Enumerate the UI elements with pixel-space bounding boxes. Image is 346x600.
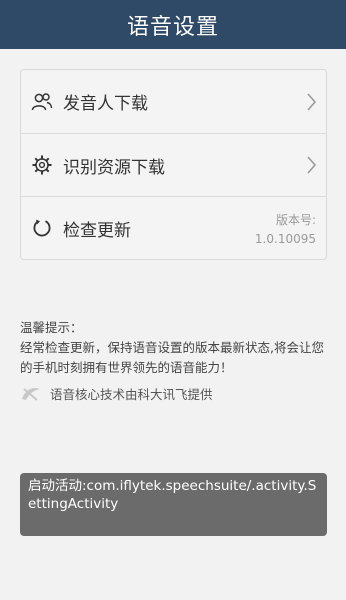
tips-heading: 温馨提示： (20, 320, 83, 335)
toast-text: 启动活动:com.iflytek.speechsuite/.activity.S… (28, 478, 317, 512)
speaker-download-item[interactable]: 发音人下载 (21, 70, 326, 133)
credit-text: 语音核心技术由科大讯飞提供 (50, 387, 213, 402)
chevron-right-icon (307, 92, 317, 111)
resource-download-item[interactable]: 识别资源下载 (21, 133, 326, 196)
iflytek-logo-icon (22, 387, 40, 401)
refresh-icon (31, 217, 53, 239)
version-label: 版本号: (275, 213, 316, 227)
people-icon (31, 91, 53, 113)
version-value: 1.0.10095 (254, 232, 316, 246)
credit-line: 语音核心技术由科大讯飞提供 (20, 384, 213, 403)
version-info: 版本号: 1.0.10095 (255, 211, 316, 249)
speaker-download-label: 发音人下载 (63, 94, 148, 114)
tips-body: 经常检查更新，保持语音设置的版本最新状态,将会让您的手机时刻拥有世界领先的语音能… (20, 340, 324, 375)
chevron-right-icon (307, 156, 317, 174)
toast-message: 启动活动:com.iflytek.speechsuite/.activity.S… (20, 473, 327, 536)
gear-icon (31, 154, 53, 176)
page-title: 语音设置 (126, 14, 219, 40)
title-bar: 语音设置 (0, 0, 346, 49)
check-update-item[interactable]: 检查更新 版本号: 1.0.10095 (21, 196, 326, 259)
resource-download-label: 识别资源下载 (63, 157, 165, 178)
settings-card: 发音人下载 识别资源下载 检查更新 版本号: 1.0.10095 (20, 69, 327, 260)
tips-section: 温馨提示： 经常检查更新，保持语音设置的版本最新状态,将会让您的手机时刻拥有世界… (20, 318, 330, 378)
